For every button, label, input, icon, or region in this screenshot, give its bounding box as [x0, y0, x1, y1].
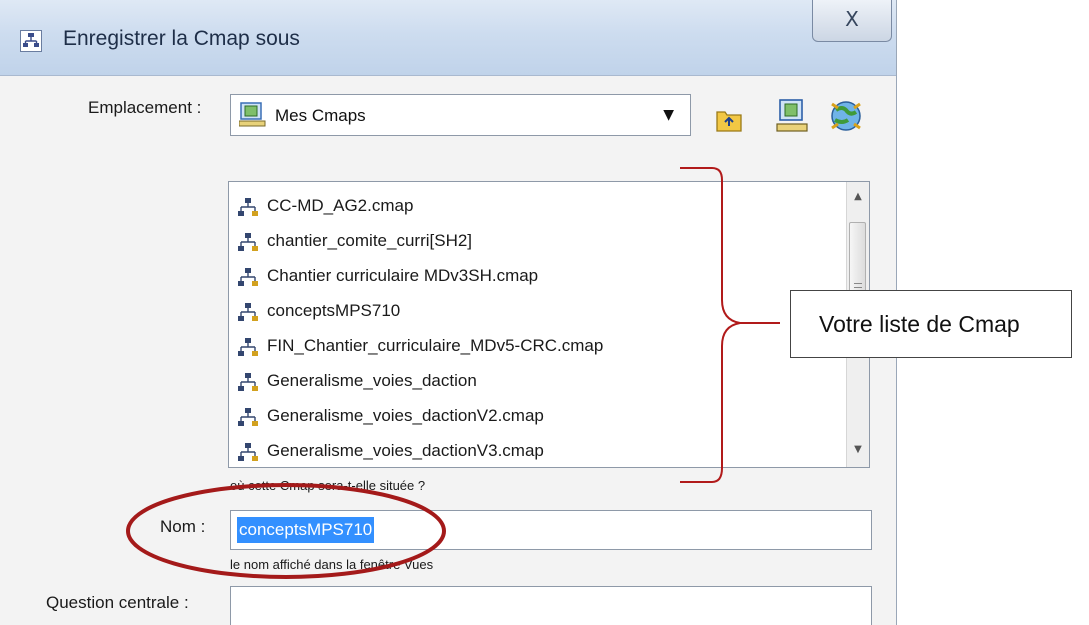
name-field-value: conceptsMPS710: [237, 517, 375, 543]
list-item-label: Generalisme_voies_dactionV2.cmap: [267, 406, 544, 425]
list-callout-box: Votre liste de Cmap: [790, 290, 1072, 358]
location-hint: où cette Cmap sera-t-elle située ?: [230, 478, 426, 493]
cmap-file-icon: [238, 233, 258, 251]
close-button[interactable]: X: [812, 0, 892, 42]
central-question-label: Question centrale :: [46, 593, 189, 612]
name-hint: le nom affiché dans la fenêtre Vues: [230, 557, 434, 572]
list-item-label: Generalisme_voies_dactionV3.cmap: [267, 441, 544, 460]
scroll-down-arrow-icon[interactable]: ▼: [847, 439, 869, 461]
chevron-down-icon[interactable]: ▼: [663, 107, 674, 123]
name-field[interactable]: conceptsMPS710: [230, 510, 872, 550]
window-title: Enregistrer la Cmap sous: [63, 27, 300, 50]
dialog-content: Emplacement : Mes Cmaps ▼ CC-MD_AG2.cmap…: [8, 76, 888, 625]
location-select[interactable]: Mes Cmaps ▼: [230, 94, 691, 136]
my-cmaps-icon: [239, 102, 266, 127]
cmap-file-icon: [238, 408, 258, 426]
folder-up-icon[interactable]: [715, 106, 743, 134]
cmap-file-icon: [238, 303, 258, 321]
title-bar[interactable]: Enregistrer la Cmap sous X: [0, 0, 896, 76]
list-item-label: conceptsMPS710: [267, 301, 401, 320]
save-cmap-dialog: Enregistrer la Cmap sous X Emplacement :…: [0, 0, 897, 625]
scroll-up-arrow-icon[interactable]: ▲: [847, 186, 869, 208]
list-item-label: CC-MD_AG2.cmap: [267, 196, 414, 215]
cmap-file-icon: [238, 338, 258, 356]
list-item-label: chantier_comite_curri[SH2]: [267, 231, 473, 250]
list-item-label: FIN_Chantier_curriculaire_MDv5-CRC.cmap: [267, 336, 604, 355]
cmap-file-list[interactable]: CC-MD_AG2.cmap chantier_comite_curri[SH2]…: [228, 181, 870, 468]
list-item-label: Chantier curriculaire MDv3SH.cmap: [267, 266, 539, 285]
list-item-label: Generalisme_voies_daction: [267, 371, 477, 390]
network-globe-icon[interactable]: [828, 98, 864, 134]
cmap-file-icon: [238, 198, 258, 216]
central-question-field[interactable]: [230, 586, 872, 625]
name-label: Nom :: [160, 517, 206, 536]
cmap-file-icon: [238, 268, 258, 286]
computer-icon[interactable]: [775, 98, 809, 134]
close-icon: X: [845, 7, 859, 31]
cmap-file-icon: [238, 443, 258, 461]
cmap-file-icon: [238, 373, 258, 391]
location-value: Mes Cmaps: [275, 106, 366, 125]
location-label: Emplacement :: [88, 98, 202, 117]
cmap-app-icon: [20, 30, 42, 52]
